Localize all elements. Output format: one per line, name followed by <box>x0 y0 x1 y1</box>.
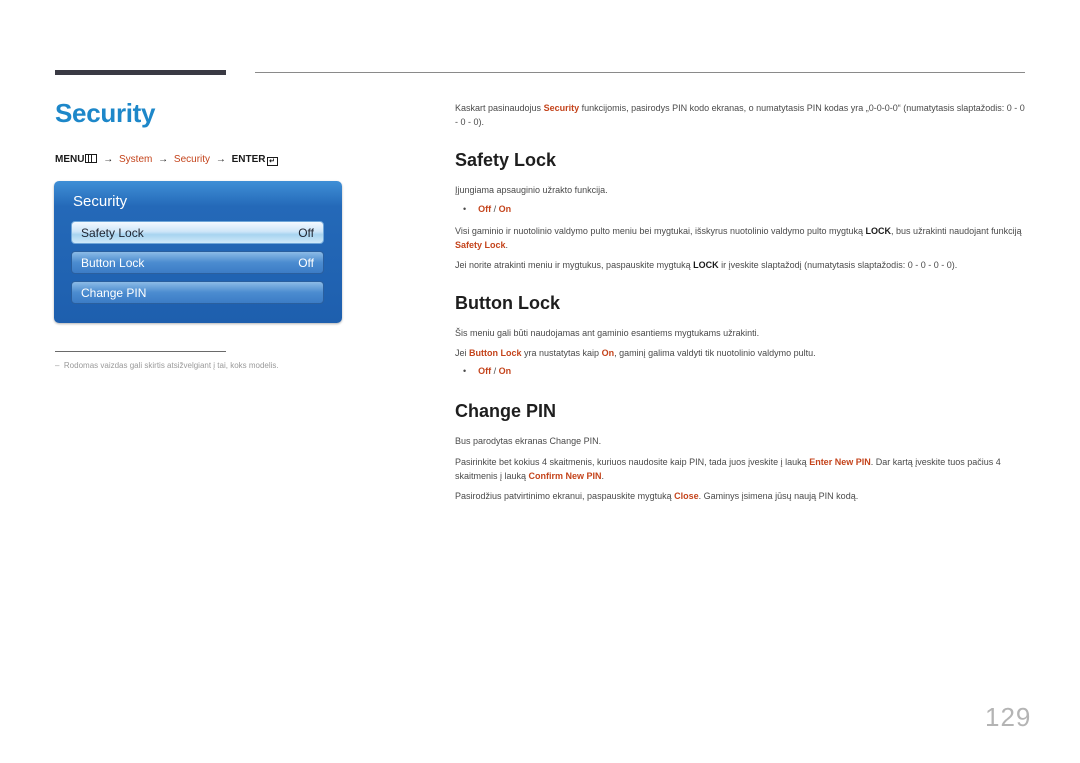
header-rule <box>255 72 1025 73</box>
option-sep: / <box>491 366 499 376</box>
security-osd-menu: Security Safety Lock Off Button Lock Off… <box>54 181 342 323</box>
menu-path-enter: ENTER <box>231 154 266 165</box>
text: , bus užrakinti naudojant funkciją <box>891 226 1022 236</box>
safety-lock-p2: Visi gaminio ir nuotolinio valdymo pulto… <box>455 224 1025 252</box>
osd-item-safety-lock[interactable]: Safety Lock Off <box>71 221 324 244</box>
safety-lock-heading: Safety Lock <box>455 150 557 170</box>
menu-path-menu: MENU <box>55 154 85 165</box>
footnote: – Rodomas vaizdas gali skirtis atsižvelg… <box>55 361 279 370</box>
button-lock-heading: Button Lock <box>455 293 560 313</box>
footnote-text: Rodomas vaizdas gali skirtis atsižvelgia… <box>63 361 279 370</box>
page-number: 129 <box>985 702 1032 732</box>
security-term: Security <box>543 103 580 113</box>
close-term: Close <box>674 491 699 501</box>
text: Pasirodžius patvirtinimo ekranui, paspau… <box>455 491 675 501</box>
option-off: Off <box>478 366 492 376</box>
bullet-icon: • <box>463 366 467 376</box>
lock-key-term: LOCK <box>865 226 892 236</box>
text: Kaskart pasinaudojus <box>455 103 544 113</box>
on-term: On <box>601 348 615 358</box>
option-off: Off <box>478 204 492 214</box>
text: Jei norite atrakinti meniu ir mygtukus, … <box>455 260 694 270</box>
osd-item-button-lock[interactable]: Button Lock Off <box>71 251 324 274</box>
text: yra nustatytas kaip <box>521 348 602 358</box>
safety-lock-p3: Jei norite atrakinti meniu ir mygtukus, … <box>455 258 1025 272</box>
text: . <box>505 240 509 250</box>
footnote-divider <box>55 351 226 352</box>
safety-lock-options: • Off / On <box>463 204 511 214</box>
text: . <box>601 471 605 481</box>
osd-item-label: Safety Lock <box>81 226 144 240</box>
text: Pasirinkite bet kokius 4 skaitmenis, kur… <box>455 457 810 467</box>
arrow-icon: → <box>103 154 114 165</box>
menu-path: MENU → System → Security → ENTER ↵ <box>55 154 278 166</box>
safety-lock-term: Safety Lock <box>455 240 506 250</box>
button-lock-options: • Off / On <box>463 366 511 376</box>
osd-item-label: Button Lock <box>81 256 145 270</box>
option-sep: / <box>491 204 499 214</box>
option-on: On <box>498 366 512 376</box>
change-pin-p3: Pasirodžius patvirtinimo ekranui, paspau… <box>455 489 1025 503</box>
text: Visi gaminio ir nuotolinio valdymo pulto… <box>455 226 866 236</box>
arrow-icon: → <box>215 154 226 165</box>
lock-key-term: LOCK <box>693 260 719 270</box>
header-bar-thick <box>55 70 226 75</box>
safety-lock-p1: Įjungiama apsauginio užrakto funkcija. <box>455 185 608 195</box>
footnote-dash: – <box>55 361 60 370</box>
text: , gaminį galima valdyti tik nuotolinio v… <box>614 348 816 358</box>
osd-title: Security <box>73 193 128 210</box>
confirm-new-pin-term: Confirm New PIN <box>528 471 602 481</box>
page-title: Security <box>55 98 156 128</box>
bullet-icon: • <box>463 204 467 214</box>
change-pin-heading: Change PIN <box>455 401 557 421</box>
change-pin-p2: Pasirinkite bet kokius 4 skaitmenis, kur… <box>455 455 1025 483</box>
button-lock-p2: Jei Button Lock yra nustatytas kaip On, … <box>455 346 1025 360</box>
osd-item-label: Change PIN <box>81 286 147 300</box>
intro-paragraph: Kaskart pasinaudojus Security funkcijomi… <box>455 101 1025 129</box>
text: . Gaminys įsimena jūsų naują PIN kodą. <box>698 491 859 501</box>
enter-icon: ↵ <box>266 157 278 166</box>
text: ir įveskite slaptažodį (numatytasis slap… <box>718 260 958 270</box>
arrow-icon: → <box>158 154 169 165</box>
option-on: On <box>498 204 512 214</box>
menu-path-system: System <box>119 154 153 165</box>
osd-item-change-pin[interactable]: Change PIN <box>71 281 324 304</box>
osd-item-value: Off <box>298 256 314 270</box>
enter-new-pin-term: Enter New PIN <box>809 457 871 467</box>
menu-path-security: Security <box>173 154 211 165</box>
button-lock-term: Button Lock <box>469 348 522 358</box>
button-lock-p1: Šis meniu gali būti naudojamas ant gamin… <box>455 328 760 338</box>
change-pin-p1: Bus parodytas ekranas Change PIN. <box>455 436 602 446</box>
text: Jei <box>455 348 470 358</box>
menu-icon <box>85 154 98 163</box>
osd-item-value: Off <box>298 226 314 240</box>
